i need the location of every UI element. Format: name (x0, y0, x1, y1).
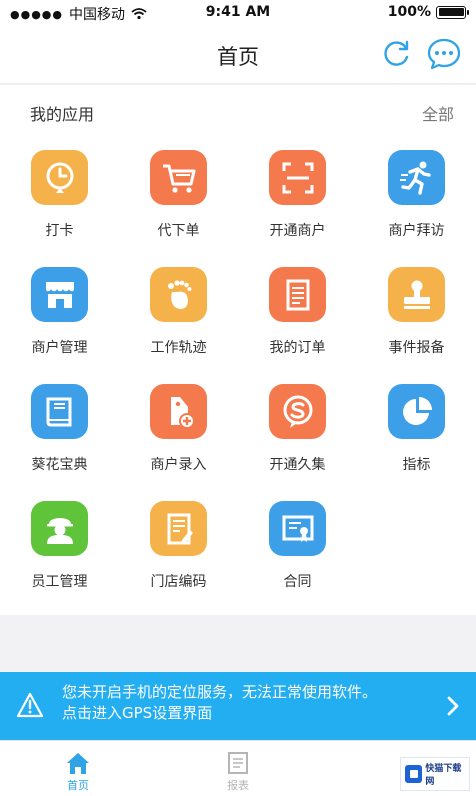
tab-label: 报表 (227, 779, 249, 792)
clock-icon (31, 150, 88, 205)
notepad-icon (150, 501, 207, 556)
book-icon (31, 384, 88, 439)
app-label: 商户管理 (31, 340, 88, 356)
app-place-order[interactable]: 代下单 (119, 140, 238, 257)
app-event-report[interactable]: 事件报备 (357, 257, 476, 374)
tab-home[interactable]: 首页 (18, 741, 138, 796)
app-label: 员工管理 (31, 574, 88, 590)
pie-chart-icon (388, 384, 445, 439)
tab-label: 首页 (67, 779, 89, 792)
watermark-text: 快猫下载网 (425, 764, 462, 787)
nav-bar: 首页 (0, 26, 476, 84)
battery-group: 100% (387, 4, 469, 20)
worker-icon (31, 501, 88, 556)
stamp-icon (388, 267, 445, 322)
battery-percent: 100% (387, 4, 431, 20)
app-handbook[interactable]: 葵花宝典 (0, 374, 119, 491)
store-icon (31, 267, 88, 322)
watermark-logo: 快猫下载网 (400, 757, 470, 791)
app-store-code[interactable]: 门店编码 (119, 491, 238, 608)
banner-line-2: 点击进入GPS设置界面 (62, 704, 213, 722)
running-man-icon (388, 150, 445, 205)
chevron-right-icon[interactable] (446, 696, 460, 716)
app-my-orders[interactable]: 我的订单 (238, 257, 357, 374)
app-staff-management[interactable]: 员工管理 (0, 491, 119, 608)
document-icon (269, 267, 326, 322)
scan-icon (269, 150, 326, 205)
s-bubble-icon (269, 384, 326, 439)
status-bar: ●●●●● 中国移动 9:41 AM 100% (0, 0, 476, 26)
app-label: 开通商户 (269, 223, 326, 239)
app-label: 开通久集 (269, 457, 326, 473)
battery-icon (436, 5, 469, 19)
app-grid: 打卡 代下单 开通商户 商户拜访 商户管理 工作轨迹 我的订单 事件报备 葵花宝… (0, 140, 476, 608)
home-icon (67, 753, 89, 774)
apps-panel: 我的应用 全部 打卡 代下单 开通商户 商户拜访 商户管理 工作轨迹 我的订单 … (0, 85, 476, 615)
watermark-icon (405, 765, 423, 783)
app-metrics[interactable]: 指标 (357, 374, 476, 491)
footprint-icon (150, 267, 207, 322)
banner-line-1: 您未开启手机的定位服务，无法正常使用软件。 (62, 683, 378, 701)
app-merchant-visit[interactable]: 商户拜访 (357, 140, 476, 257)
app-label: 打卡 (45, 223, 74, 239)
app-merchant-management[interactable]: 商户管理 (0, 257, 119, 374)
chat-icon[interactable] (426, 37, 462, 71)
section-title: 我的应用 (30, 105, 95, 124)
app-open-jiuji[interactable]: 开通久集 (238, 374, 357, 491)
all-apps-link[interactable]: 全部 (422, 101, 454, 125)
apps-header: 我的应用 全部 (0, 85, 476, 135)
app-label: 代下单 (157, 223, 200, 239)
cart-icon (150, 150, 207, 205)
app-clock-in[interactable]: 打卡 (0, 140, 119, 257)
app-label: 商户录入 (150, 457, 207, 473)
app-label: 合同 (283, 574, 312, 590)
refresh-icon[interactable] (380, 38, 412, 70)
gps-warning-banner[interactable]: 您未开启手机的定位服务，无法正常使用软件。 点击进入GPS设置界面 (0, 672, 476, 740)
tag-add-icon (150, 384, 207, 439)
app-label: 事件报备 (388, 340, 445, 356)
app-label: 我的订单 (269, 340, 326, 356)
app-label: 门店编码 (150, 574, 207, 590)
certificate-icon (269, 501, 326, 556)
tab-report[interactable]: 报表 (178, 741, 298, 796)
app-contract[interactable]: 合同 (238, 491, 357, 608)
app-label: 葵花宝典 (31, 457, 88, 473)
app-merchant-entry[interactable]: 商户录入 (119, 374, 238, 491)
app-label: 指标 (402, 457, 431, 473)
app-label: 工作轨迹 (150, 340, 207, 356)
app-open-merchant[interactable]: 开通商户 (238, 140, 357, 257)
warning-icon (16, 692, 44, 718)
app-label: 商户拜访 (388, 223, 445, 239)
report-icon (228, 752, 248, 774)
banner-message: 您未开启手机的定位服务，无法正常使用软件。 点击进入GPS设置界面 (62, 682, 432, 724)
app-work-track[interactable]: 工作轨迹 (119, 257, 238, 374)
